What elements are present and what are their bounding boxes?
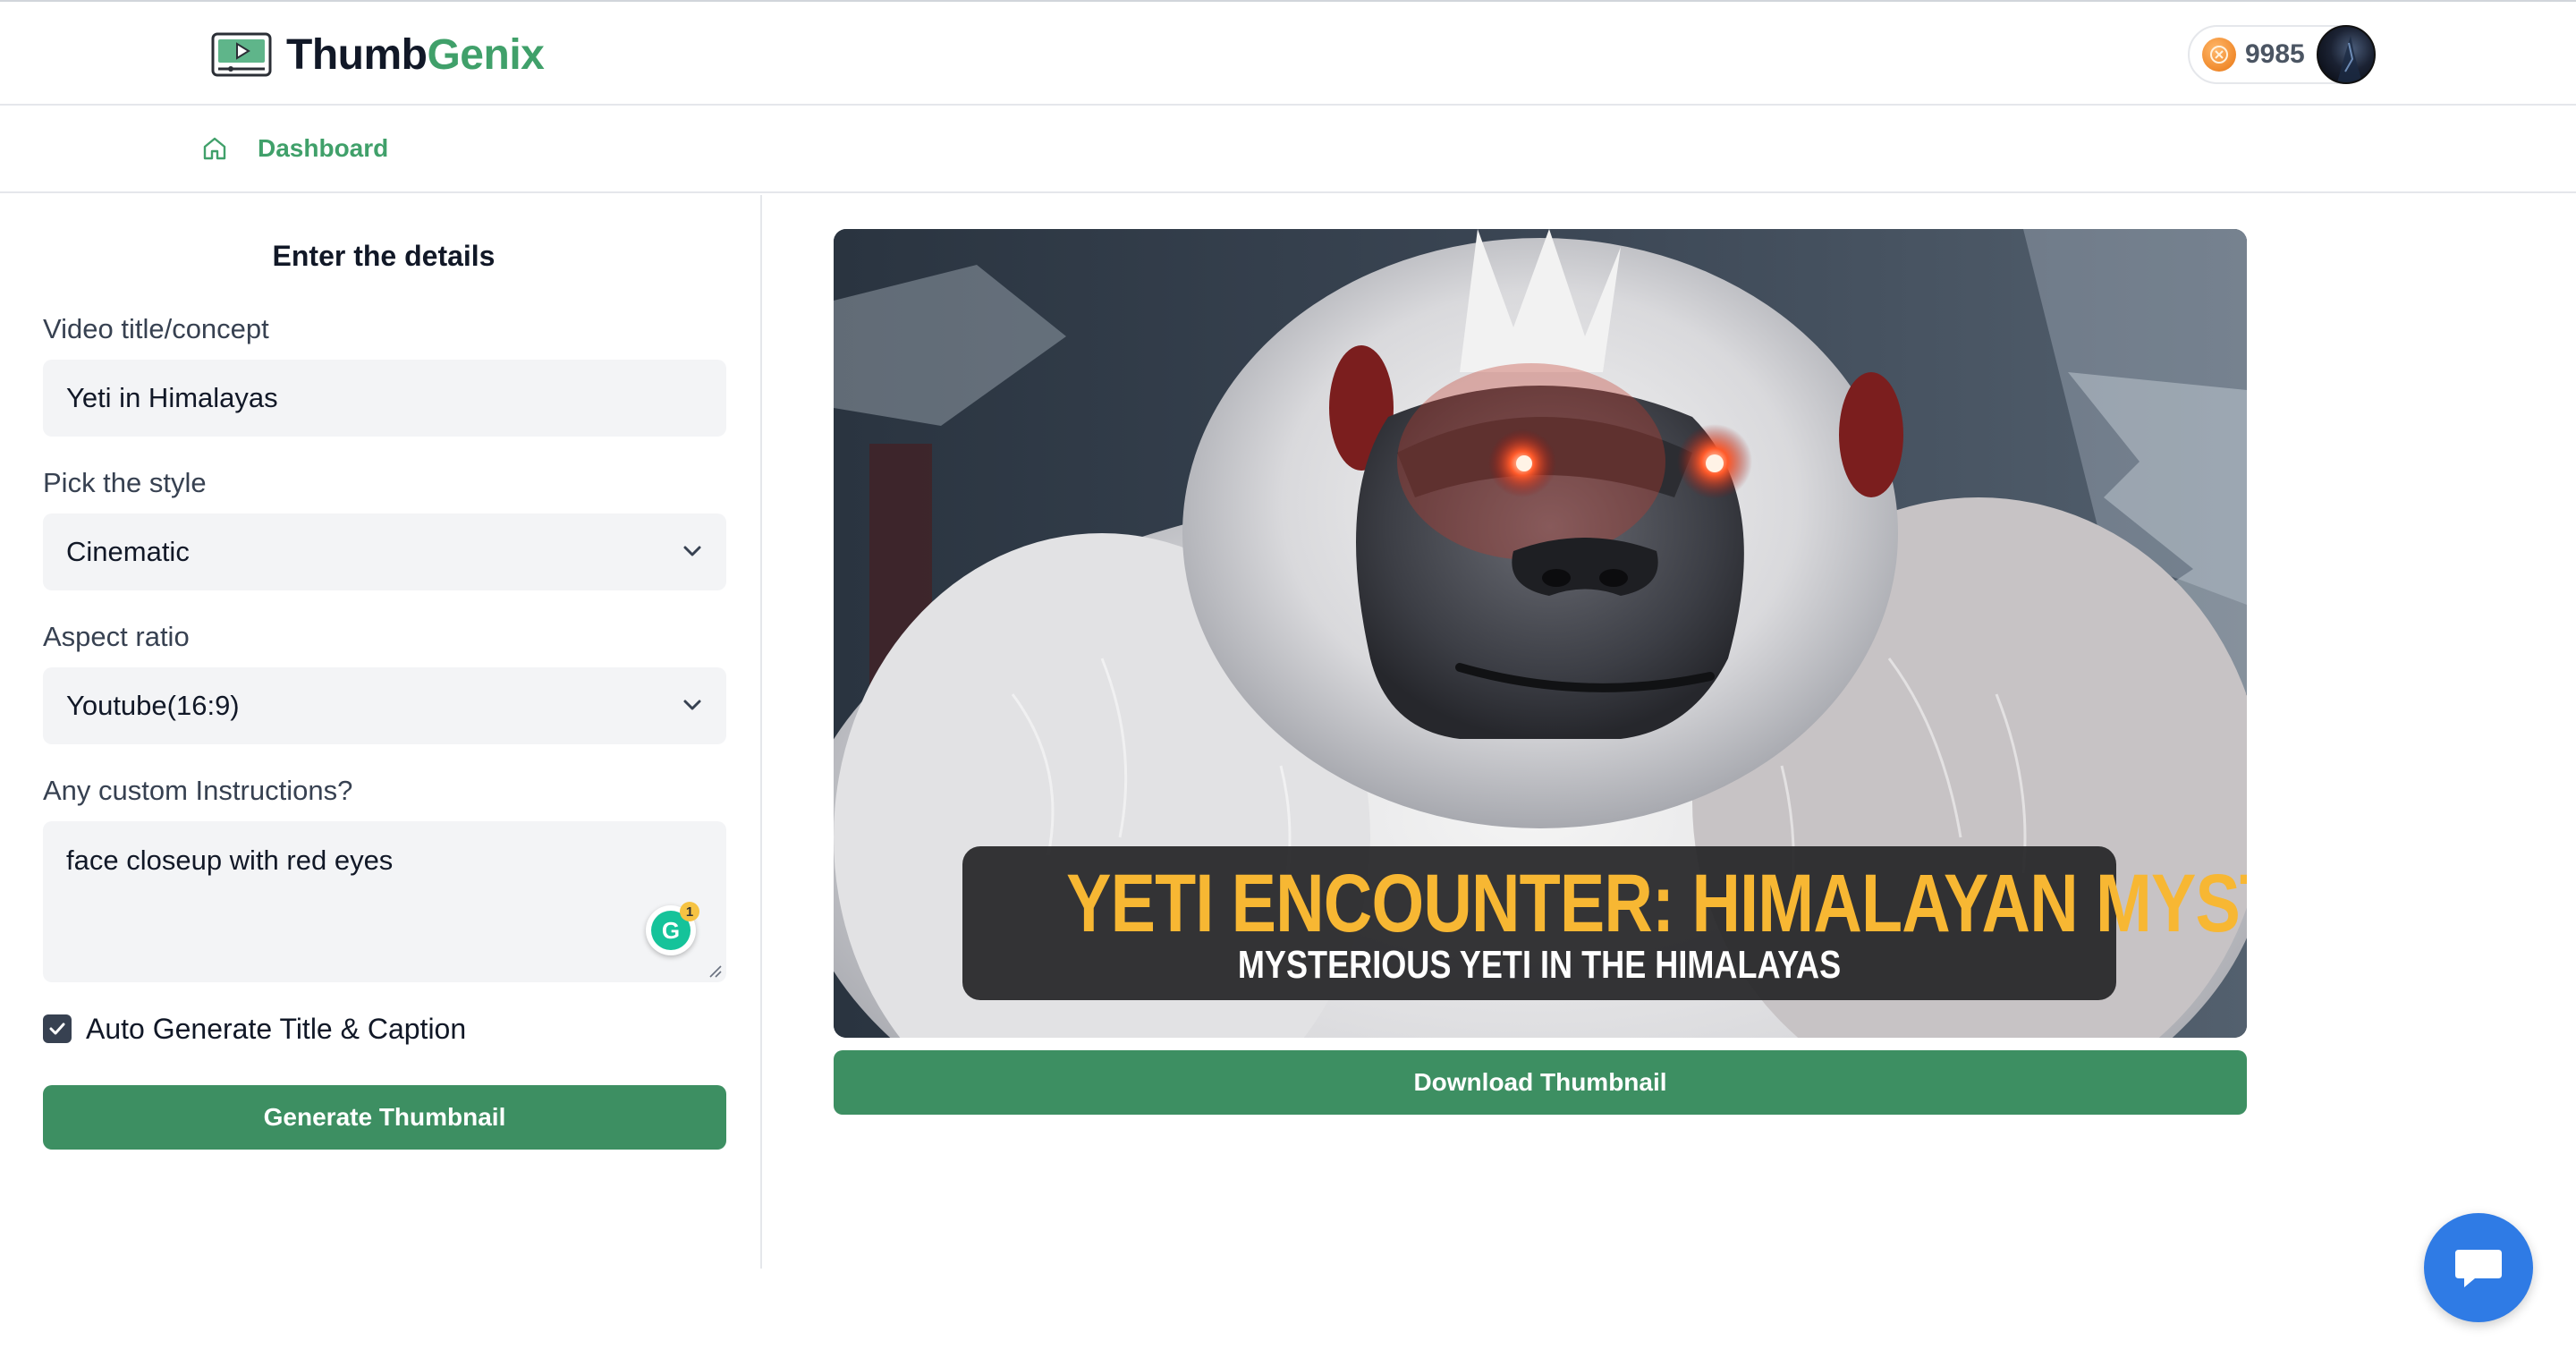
video-title-label: Video title/concept (43, 313, 269, 344)
style-select[interactable]: Cinematic (43, 513, 726, 590)
credits-count: 9985 (2245, 39, 2305, 69)
breadcrumb: Dashboard (0, 107, 2576, 193)
video-title-input[interactable]: Yeti in Himalayas (43, 360, 726, 437)
chat-support-button[interactable] (2424, 1213, 2533, 1322)
app-name-part1: Thumb (286, 30, 428, 79)
chevron-down-icon (683, 700, 701, 710)
auto-generate-checkbox[interactable] (43, 1014, 72, 1043)
style-label: Pick the style (43, 467, 207, 498)
instructions-textarea[interactable]: face closeup with red eyes G 1 (43, 821, 726, 982)
app-name: ThumbGenix (286, 30, 545, 80)
details-form-panel: Enter the details Video title/concept Ye… (0, 195, 762, 1269)
chat-bubble-icon (2455, 1250, 2502, 1287)
coin-icon (2202, 38, 2236, 72)
app-logo[interactable]: ThumbGenix (211, 29, 545, 81)
chevron-down-icon (683, 546, 701, 556)
instructions-label: Any custom Instructions? (43, 775, 353, 806)
aspect-ratio-select[interactable]: Youtube(16:9) (43, 667, 726, 744)
style-select-value: Cinematic (66, 536, 190, 567)
check-icon (49, 1023, 65, 1035)
resize-handle-icon[interactable] (707, 963, 723, 979)
grammarly-widget[interactable]: G 1 (646, 902, 699, 955)
credits-badge[interactable]: 9985 (2188, 25, 2376, 84)
thumbnail-caption-subtitle: MYSTERIOUS YETI IN THE HIMALAYAS (1237, 943, 1842, 987)
breadcrumb-dashboard-link[interactable]: Dashboard (258, 134, 388, 163)
video-player-icon (211, 32, 272, 77)
aspect-ratio-label: Aspect ratio (43, 621, 190, 652)
thumbnail-preview-image: YETI ENCOUNTER: HIMALAYAN MYSTERY MYSTER… (834, 229, 2247, 1038)
top-header: ThumbGenix 9985 (0, 2, 2576, 106)
user-avatar[interactable] (2317, 25, 2376, 84)
home-icon[interactable] (200, 134, 229, 163)
grammarly-count-badge: 1 (680, 902, 699, 921)
app-name-part2: Genix (427, 30, 545, 79)
auto-generate-option[interactable]: Auto Generate Title & Caption (43, 1011, 466, 1047)
auto-generate-label: Auto Generate Title & Caption (86, 1012, 467, 1045)
form-title: Enter the details (272, 240, 496, 272)
thumbnail-caption-title: YETI ENCOUNTER: HIMALAYAN MYSTERY (1066, 858, 2247, 949)
generate-thumbnail-button[interactable]: Generate Thumbnail (43, 1085, 726, 1150)
thumbnail-caption-overlay: YETI ENCOUNTER: HIMALAYAN MYSTERY MYSTER… (962, 846, 2247, 1000)
instructions-value: face closeup with red eyes (66, 845, 394, 876)
aspect-ratio-select-value: Youtube(16:9) (66, 690, 240, 721)
download-thumbnail-button[interactable]: Download Thumbnail (834, 1050, 2247, 1115)
